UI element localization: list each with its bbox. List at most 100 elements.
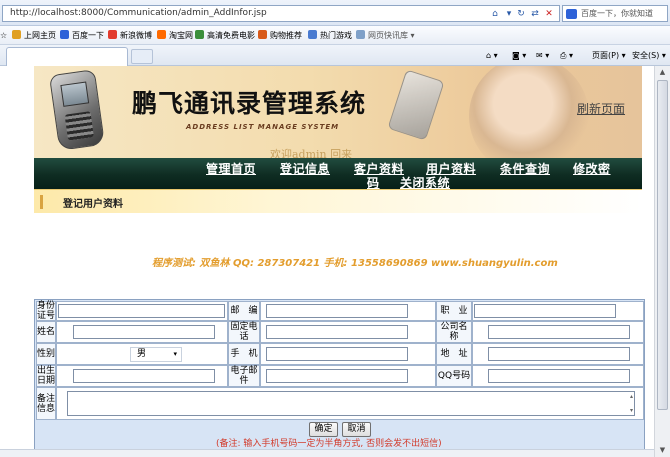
tel-input[interactable] bbox=[266, 325, 408, 339]
scrollbar-thumb[interactable] bbox=[657, 80, 668, 410]
name-input[interactable] bbox=[73, 325, 215, 339]
page-viewport: 鹏飞通讯录管理系统 ADDRESS LIST MANAGE SYSTEM 欢迎a… bbox=[0, 66, 654, 457]
mobile-input[interactable] bbox=[266, 347, 408, 361]
fav-item-games[interactable]: 热门游戏 bbox=[308, 29, 352, 42]
stop-icon[interactable]: ✕ bbox=[543, 9, 555, 20]
phone-illustration-2 bbox=[387, 69, 445, 141]
vertical-scrollbar[interactable]: ▲ ▼ bbox=[654, 66, 670, 457]
feeds-icon[interactable]: ◙ ▾ bbox=[512, 49, 526, 63]
fav-item-webslice[interactable]: 网页快讯库 ▾ bbox=[356, 29, 415, 42]
chevron-down-icon: ▾ bbox=[173, 350, 177, 358]
gender-value: 男 bbox=[137, 349, 147, 359]
banner-photo bbox=[469, 66, 589, 158]
compat-view-icon[interactable]: ⌂ bbox=[489, 9, 501, 20]
credits-line: 程序测试: 双鱼林 QQ: 287307421 手机: 13558690869 … bbox=[152, 258, 558, 269]
fav-icon bbox=[195, 30, 204, 39]
register-form: 身份证号 邮 编 职 业 姓名 固定电话 公司名称 性别 男 ▾ 手 机 地 址… bbox=[34, 299, 645, 450]
fav-label: 热门游戏 bbox=[320, 31, 352, 40]
label-id-card: 身份证号 bbox=[36, 301, 56, 321]
url-field[interactable]: http://localhost:8000/Communication/admi… bbox=[2, 5, 560, 22]
label-job: 职 业 bbox=[436, 301, 472, 321]
mail-icon[interactable]: ✉ ▾ bbox=[536, 49, 549, 63]
refresh-page-link[interactable]: 刷新页面 bbox=[577, 100, 625, 117]
nav-change-password[interactable]: 修改密 bbox=[573, 160, 611, 177]
label-gender: 性别 bbox=[36, 343, 56, 365]
fav-item-shopping[interactable]: 购物推荐 bbox=[258, 29, 302, 42]
nav-query[interactable]: 条件查询 bbox=[500, 160, 550, 177]
new-tab-button[interactable] bbox=[131, 49, 153, 64]
fav-item-movies[interactable]: 高清免费电影 bbox=[195, 29, 255, 42]
section-header: 登记用户资料 bbox=[34, 189, 642, 213]
main-nav: 管理首页 登记信息 客户资料 用户资料 条件查询 修改密 码 关闭系统 bbox=[34, 158, 642, 190]
label-postcode: 邮 编 bbox=[228, 301, 260, 321]
scroll-up-icon[interactable]: ▴ bbox=[630, 393, 633, 400]
fav-icon bbox=[12, 30, 21, 39]
birthday-input[interactable] bbox=[73, 369, 215, 383]
cancel-button[interactable]: 取消 bbox=[342, 422, 371, 437]
page-menu[interactable]: 页面(P) ▾ bbox=[592, 49, 626, 63]
print-icon[interactable]: ⎙ ▾ bbox=[560, 49, 573, 63]
postcode-input[interactable] bbox=[266, 304, 408, 318]
fav-label: 淘宝网 bbox=[169, 31, 193, 40]
fav-item-taobao[interactable]: 淘宝网 bbox=[157, 29, 193, 42]
fav-icon bbox=[60, 30, 69, 39]
welcome-text: 欢迎admin 回来 bbox=[270, 148, 353, 158]
label-birthday: 出生日期 bbox=[36, 365, 56, 387]
search-placeholder: 百度一下，你就知道 bbox=[581, 9, 653, 18]
cell-gender: 男 ▾ bbox=[56, 343, 228, 365]
qq-input[interactable] bbox=[488, 369, 630, 383]
cell-qq bbox=[472, 365, 644, 387]
fav-item-weibo[interactable]: 新浪微博 bbox=[108, 29, 152, 42]
address-input[interactable] bbox=[488, 347, 630, 361]
job-input[interactable] bbox=[474, 304, 616, 318]
fav-label: 高清免费电影 bbox=[207, 31, 255, 40]
search-input[interactable]: 百度一下，你就知道 bbox=[562, 5, 668, 22]
baidu-icon bbox=[566, 9, 577, 19]
gender-select[interactable]: 男 ▾ bbox=[130, 347, 182, 362]
label-company: 公司名称 bbox=[436, 321, 472, 343]
label-name: 姓名 bbox=[36, 321, 56, 343]
section-marker bbox=[40, 195, 43, 209]
nav-register[interactable]: 登记信息 bbox=[280, 160, 330, 177]
fav-item-home[interactable]: 上网主页 bbox=[12, 29, 56, 42]
submit-button[interactable]: 确定 bbox=[309, 422, 338, 437]
banner: 鹏飞通讯录管理系统 ADDRESS LIST MANAGE SYSTEM 欢迎a… bbox=[34, 66, 642, 158]
url-text: http://localhost:8000/Communication/admi… bbox=[10, 8, 267, 18]
nav-home[interactable]: 管理首页 bbox=[206, 160, 256, 177]
phone-illustration bbox=[48, 69, 106, 151]
scroll-up-icon[interactable]: ▲ bbox=[658, 68, 667, 77]
tab-current[interactable] bbox=[6, 47, 128, 66]
label-address: 地 址 bbox=[436, 343, 472, 365]
safety-menu[interactable]: 安全(S) ▾ bbox=[632, 49, 666, 63]
banner-subtitle: ADDRESS LIST MANAGE SYSTEM bbox=[186, 123, 340, 131]
fav-label: 购物推荐 bbox=[270, 31, 302, 40]
cell-birthday bbox=[56, 365, 228, 387]
tab-bar: ⌂ ▾ ◙ ▾ ✉ ▾ ⎙ ▾ 页面(P) ▾ 安全(S) ▾ bbox=[0, 45, 670, 66]
label-tel: 固定电话 bbox=[228, 321, 260, 343]
email-input[interactable] bbox=[266, 369, 408, 383]
id-card-input[interactable] bbox=[58, 304, 225, 318]
fav-label: 网页快讯库 ▾ bbox=[368, 31, 415, 40]
go-icon[interactable]: ⇄ bbox=[529, 9, 541, 20]
home-icon[interactable]: ⌂ ▾ bbox=[486, 49, 498, 63]
section-title: 登记用户资料 bbox=[63, 199, 123, 210]
company-input[interactable] bbox=[488, 325, 630, 339]
fav-label: 百度一下 bbox=[72, 31, 104, 40]
favorites-star-icon[interactable]: ☆ bbox=[0, 29, 7, 42]
fav-item-baidu[interactable]: 百度一下 bbox=[60, 29, 104, 42]
form-note: (备注: 输入手机号码一定为半角方式, 否则会发不出短信) bbox=[216, 439, 442, 449]
scroll-down-icon[interactable]: ▼ bbox=[658, 446, 667, 455]
status-bar bbox=[0, 449, 654, 457]
refresh-icon[interactable]: ↻ bbox=[515, 9, 527, 20]
phone-screen bbox=[60, 81, 90, 107]
fav-icon bbox=[308, 30, 317, 39]
fav-icon bbox=[356, 30, 365, 39]
fav-label: 上网主页 bbox=[24, 31, 56, 40]
remark-textarea[interactable]: ▴ ▾ bbox=[67, 391, 635, 416]
cell-id-card bbox=[56, 301, 228, 321]
phone-keypad bbox=[64, 111, 94, 141]
cell-email bbox=[260, 365, 436, 387]
scroll-down-icon[interactable]: ▾ bbox=[630, 407, 633, 414]
cell-tel bbox=[260, 321, 436, 343]
dropdown-icon[interactable]: ▾ bbox=[503, 9, 515, 20]
